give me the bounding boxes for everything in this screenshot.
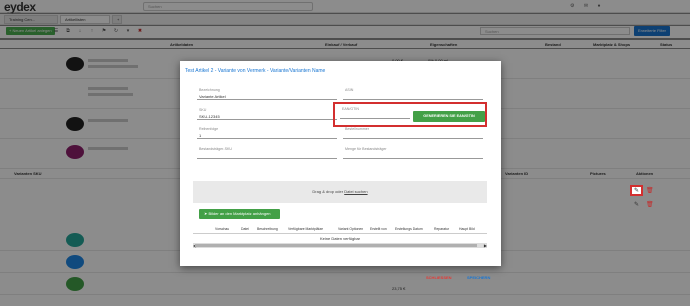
trash-icon[interactable]: 🗑: [646, 187, 654, 194]
lieferant-sku-field[interactable]: Bestandsträger-SKU: [197, 147, 337, 159]
button-label: Bilder an den Marktplatz anhängen: [208, 211, 271, 216]
field-value: SKU-12345: [199, 114, 220, 119]
field-label: Bestellnummer: [345, 127, 369, 131]
trash-icon[interactable]: 🗑: [646, 201, 654, 208]
field-label: Bezeichnung: [199, 88, 220, 92]
pencil-icon[interactable]: ✎: [634, 201, 639, 208]
field-label: ASIN: [345, 88, 354, 92]
save-button[interactable]: SPEICHERN: [467, 275, 490, 280]
col-header: Vorschau: [215, 227, 230, 231]
horizontal-scrollbar[interactable]: ◀ ▶: [193, 243, 487, 248]
col-header: Verfügbare Marktplätze: [288, 227, 324, 231]
bezeichnung-field[interactable]: Bezeichnung Variante Artikel: [197, 88, 337, 100]
sku-field[interactable]: SKU SKU-12345: [197, 108, 337, 120]
field-value: Variante Artikel: [199, 94, 226, 99]
file-dropzone[interactable]: Drag & drop oder Datei suchen: [193, 181, 487, 203]
col-header: Datei: [241, 227, 249, 231]
col-header: Variant Optionen: [338, 227, 364, 231]
close-button[interactable]: SCHLIESSEN: [426, 275, 452, 280]
col-header: Beschreibung: [257, 227, 278, 231]
col-header: Erstellt von: [370, 227, 387, 231]
field-label: Bestandsträger-SKU: [199, 147, 232, 151]
share-icon: ➤: [204, 211, 208, 216]
field-value: 1: [199, 133, 202, 138]
col-header: Haupt Bild: [459, 227, 475, 231]
col-header: Reparatur: [434, 227, 450, 231]
attach-marketplace-button[interactable]: ➤ Bilder an den Marktplatz anhängen: [199, 209, 280, 219]
dropzone-text: Drag & drop oder: [312, 189, 344, 194]
no-data-text: Keine Daten verfügbar: [319, 236, 361, 241]
edit-button[interactable]: ✎: [630, 185, 643, 196]
col-header: Erstellungs Datum: [395, 227, 423, 231]
scrollbar-thumb[interactable]: [195, 244, 477, 247]
pencil-icon: ✎: [634, 188, 640, 194]
scroll-right-icon[interactable]: ▶: [484, 243, 487, 248]
field-label: Menge für Bestandsträger: [345, 147, 387, 151]
menge-field[interactable]: Menge für Bestandsträger: [343, 147, 483, 159]
asin-field[interactable]: ASIN: [343, 88, 483, 100]
images-table-header: Vorschau Datei Beschreibung Verfügbare M…: [193, 224, 487, 234]
generate-ean-button[interactable]: GENERIEREN SIE EAN/GTIN: [413, 111, 485, 122]
field-label: Reihenfolge: [199, 127, 219, 131]
edit-variant-dialog: Test Artikel 2 - Variante von Vermerk - …: [180, 61, 501, 280]
file-search-link[interactable]: Datei suchen: [344, 189, 367, 194]
dialog-title: Test Artikel 2 - Variante von Vermerk - …: [185, 68, 326, 74]
field-label: SKU: [199, 108, 207, 112]
bestellnummer-field[interactable]: Bestellnummer: [343, 127, 483, 139]
reihenfolge-field[interactable]: Reihenfolge 1: [197, 127, 337, 139]
